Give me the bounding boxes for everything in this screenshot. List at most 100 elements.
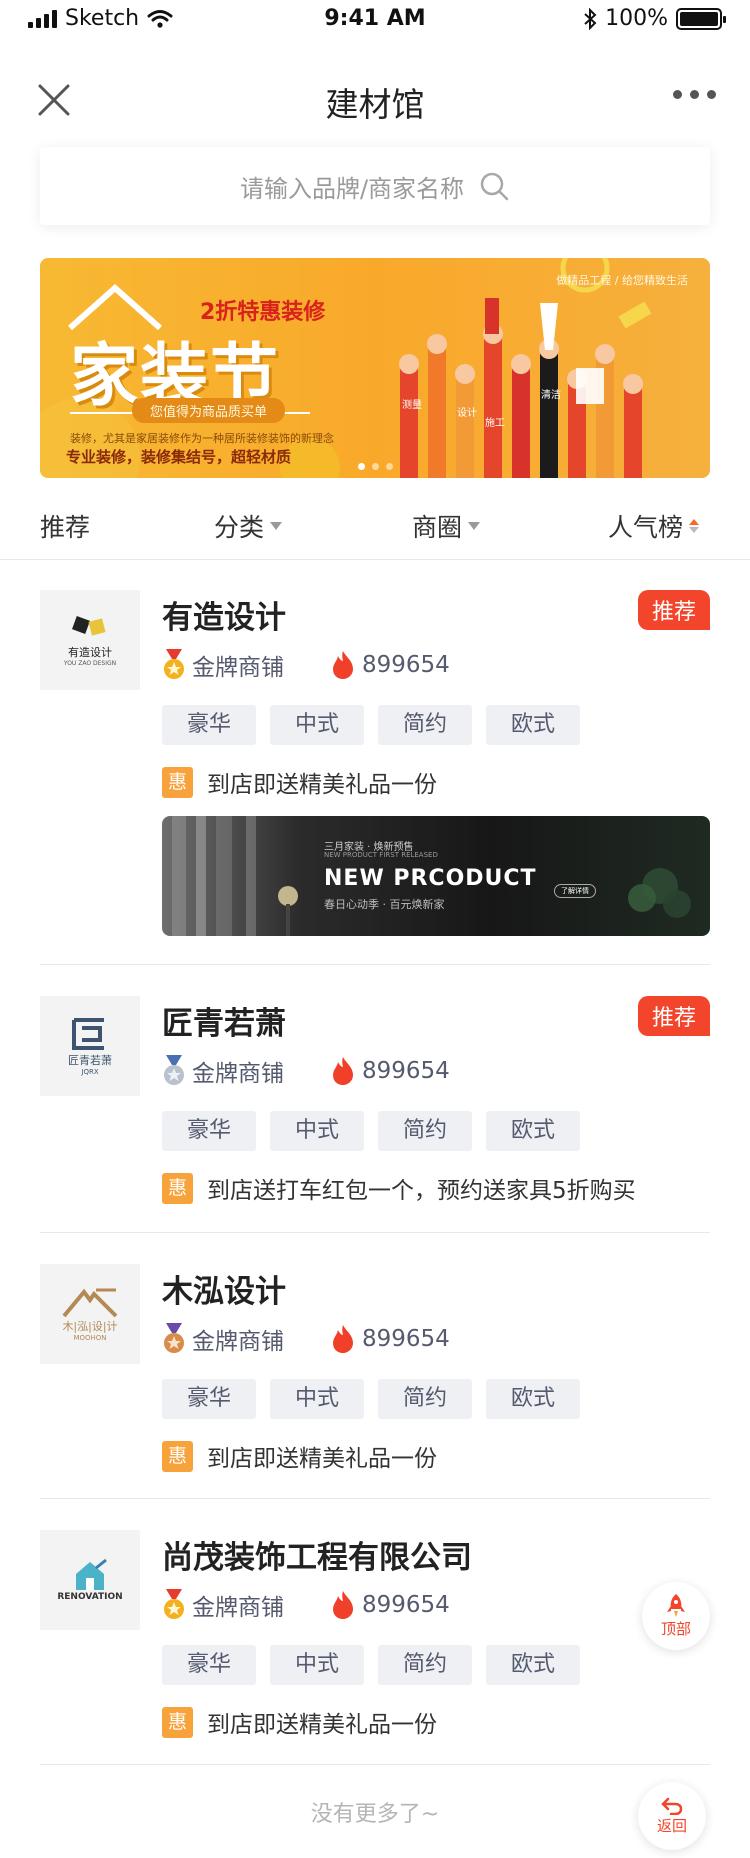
tab-category[interactable]: 分类	[214, 508, 283, 544]
shop-offer: 惠 到店即送精美礼品一份	[162, 1439, 437, 1473]
shop-meta: 金牌商铺 899654	[162, 1322, 450, 1356]
search-icon[interactable]	[478, 170, 510, 202]
page-title: 建材馆	[325, 85, 425, 124]
offer-icon: 惠	[162, 1172, 193, 1204]
shop-logo: 有造设计 YOU ZAO DESIGN	[40, 590, 140, 690]
shop-ad-banner[interactable]: 三月家装 · 焕新预售 NEW PRODUCT FIRST RELEASED N…	[162, 816, 710, 936]
tag-chinese[interactable]: 中式	[270, 1111, 364, 1151]
popularity-count: 899654	[362, 1326, 450, 1352]
flame-icon	[333, 1591, 353, 1619]
tag-european[interactable]: 欧式	[486, 705, 580, 745]
status-right: 100%	[583, 6, 726, 31]
offer-icon: 惠	[162, 1706, 193, 1738]
logo-mark-icon	[72, 615, 106, 636]
tag-simple[interactable]: 简约	[378, 1111, 472, 1151]
hand-label-design: 设计	[457, 406, 477, 419]
offer-icon: 惠	[162, 1440, 193, 1472]
tag-chinese[interactable]: 中式	[270, 705, 364, 745]
banner-tag: 做精品工程 / 给您精致生活	[556, 274, 688, 287]
shop-name[interactable]: 尚茂装饰工程有限公司	[162, 1532, 472, 1577]
shop-name[interactable]: 匠青若萧	[162, 998, 286, 1043]
bluetooth-icon	[584, 7, 597, 30]
offer-text: 到店送打车红包一个，预约送家具5折购买	[207, 1178, 636, 1204]
divider	[40, 964, 710, 965]
offer-text: 到店即送精美礼品一份	[207, 772, 437, 798]
more-icon[interactable]	[673, 90, 716, 99]
popularity-count: 899654	[362, 1592, 450, 1618]
shop-popularity: 899654	[332, 1057, 450, 1085]
shop-name[interactable]: 有造设计	[162, 592, 286, 637]
shop-name[interactable]: 木泓设计	[162, 1266, 286, 1311]
style-tags: 豪华 中式 简约 欧式	[162, 1645, 580, 1685]
ad-detail-button[interactable]: 了解详情	[554, 884, 596, 898]
medal-icon	[164, 1589, 184, 1619]
promo-banner[interactable]: 做精品工程 / 给您精致生活 2折特惠装修 家装节 您值得为商品质买单 装修，尤…	[40, 258, 710, 478]
flame-icon	[333, 1057, 353, 1085]
search-input[interactable]: 请输入品牌/商家名称	[40, 147, 710, 225]
pagination-dot[interactable]	[358, 463, 365, 470]
popularity-count: 899654	[362, 652, 450, 678]
recommend-badge: 推荐	[637, 996, 710, 1036]
divider	[40, 1764, 710, 1765]
battery-icon	[676, 7, 726, 30]
tab-recommend[interactable]: 推荐	[40, 508, 90, 544]
tab-popularity[interactable]: 人气榜	[608, 508, 700, 544]
shop-popularity: 899654	[332, 1591, 450, 1619]
medal-icon	[164, 1055, 184, 1085]
tag-simple[interactable]: 简约	[378, 705, 472, 745]
shop-level-label: 金牌商铺	[192, 1595, 284, 1621]
tool-hands-illustration: 测量 设计 施工 清洁	[399, 298, 652, 478]
shop-level: 金牌商铺	[162, 648, 332, 682]
style-tags: 豪华 中式 简约 欧式	[162, 1111, 580, 1151]
shop-meta: 金牌商铺 899654	[162, 648, 450, 682]
back-to-top-button[interactable]: 顶部	[642, 1582, 710, 1650]
shop-logo: 木|泓|设|计 MOOHON	[40, 1264, 140, 1364]
tab-category-label: 分类	[214, 513, 265, 542]
logo-text: 木|泓|设|计	[62, 1320, 118, 1333]
shop-level-label: 金牌商铺	[192, 655, 284, 681]
tag-chinese[interactable]: 中式	[270, 1645, 364, 1685]
shop-meta: 金牌商铺 899654	[162, 1588, 450, 1622]
shop-meta: 金牌商铺 899654	[162, 1054, 450, 1088]
style-tags: 豪华 中式 简约 欧式	[162, 1379, 580, 1419]
tag-european[interactable]: 欧式	[486, 1379, 580, 1419]
tab-district[interactable]: 商圈	[412, 508, 481, 544]
tag-luxury[interactable]: 豪华	[162, 1379, 256, 1419]
tag-european[interactable]: 欧式	[486, 1111, 580, 1151]
banner-pagination[interactable]	[358, 463, 393, 470]
back-to-top-label: 顶部	[660, 1619, 691, 1638]
back-button[interactable]: 返回	[638, 1782, 706, 1850]
logo-text: 有造设计	[68, 645, 112, 659]
shop-offer: 惠 到店即送精美礼品一份	[162, 1705, 437, 1739]
tag-simple[interactable]: 简约	[378, 1645, 472, 1685]
tag-luxury[interactable]: 豪华	[162, 705, 256, 745]
logo-subtext: JQRX	[81, 1068, 99, 1076]
tag-european[interactable]: 欧式	[486, 1645, 580, 1685]
offer-text: 到店即送精美礼品一份	[207, 1712, 437, 1738]
tag-luxury[interactable]: 豪华	[162, 1645, 256, 1685]
flame-icon	[333, 651, 353, 679]
tag-simple[interactable]: 简约	[378, 1379, 472, 1419]
logo-mark-icon	[76, 1558, 107, 1590]
tab-recommend-label: 推荐	[40, 513, 91, 542]
offer-text: 到店即送精美礼品一份	[207, 1446, 437, 1472]
tag-luxury[interactable]: 豪华	[162, 1111, 256, 1151]
tag-chinese[interactable]: 中式	[270, 1379, 364, 1419]
pagination-dot[interactable]	[386, 463, 393, 470]
popularity-count: 899654	[362, 1058, 450, 1084]
tab-popularity-label: 人气榜	[608, 513, 684, 542]
status-bar: Sketch 9:41 AM 100%	[0, 0, 750, 40]
shop-offer: 惠 到店送打车红包一个，预约送家具5折购买	[162, 1171, 636, 1205]
style-tags: 豪华 中式 简约 欧式	[162, 705, 580, 745]
recommend-badge: 推荐	[637, 590, 710, 630]
tab-district-label: 商圈	[412, 513, 463, 542]
pagination-dot[interactable]	[372, 463, 379, 470]
shop-logo: 匠青若萧 JQRX	[40, 996, 140, 1096]
shop-level: 金牌商铺	[162, 1322, 332, 1356]
ad-caption-3: 春日心动季 · 百元焕新家	[324, 898, 445, 911]
offer-icon: 惠	[162, 766, 193, 798]
hand-label-measure: 测量	[402, 398, 422, 411]
divider	[40, 1498, 710, 1499]
rocket-icon	[667, 1593, 685, 1617]
banner-line2: 专业装修，装修集结号，超轻材质	[66, 448, 292, 466]
